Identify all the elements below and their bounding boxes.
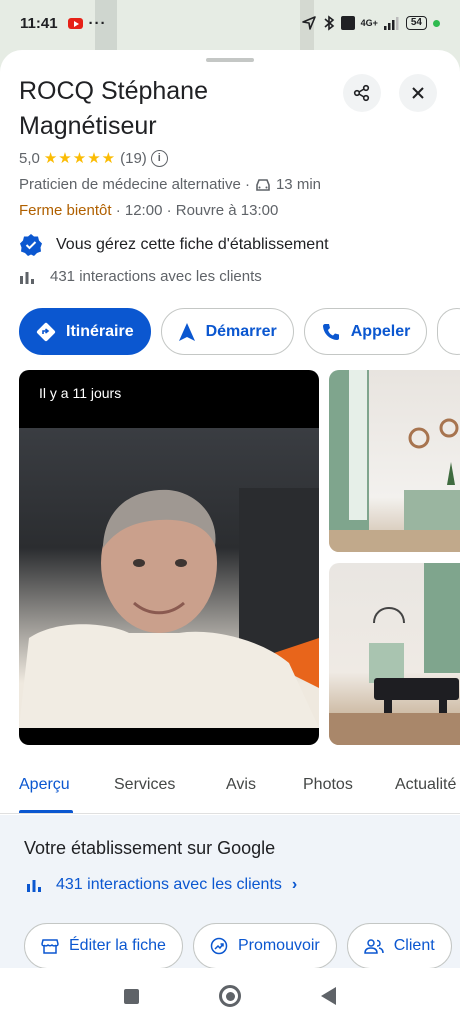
place-bottom-sheet: ROCQ Stéphane Magnétiseur 5,0 ★★★★★ (19)… [0,50,460,968]
tab-photos[interactable]: Photos [303,776,353,794]
network-type: 4G+ [360,18,378,28]
promote-button[interactable]: Promouvoir [192,923,337,968]
location-arrow-icon [301,16,316,30]
bar-chart-icon [20,271,34,284]
owner-actions: Éditer la fiche Promouvoir Client [24,923,452,968]
edit-listing-button[interactable]: Éditer la fiche [24,923,183,968]
close-button[interactable] [399,74,437,112]
owner-section: Votre établissement sur Google 431 inter… [0,815,460,968]
tab-services[interactable]: Services [114,776,175,794]
info-icon[interactable]: i [150,149,168,167]
status-time: 11:41 [20,14,58,32]
start-label: Démarrer [205,322,277,340]
category-row: Praticien de médecine alternative · 13 m… [19,176,321,193]
more-actions-chip[interactable] [437,308,460,355]
tab-bar: Aperçu Services Avis Photos Actualité [0,758,460,814]
active-tab-indicator [19,810,73,813]
directions-button[interactable]: Itinéraire [19,308,151,355]
chevron-right-icon: › [291,876,298,893]
storefront-icon [41,939,59,954]
start-navigation-button[interactable]: Démarrer [160,308,294,355]
tab-overview[interactable]: Aperçu [19,776,70,794]
signal-icon [383,16,399,30]
room-photo-2[interactable] [329,563,460,745]
drive-time: 13 min [275,176,321,193]
customers-button[interactable]: Client [346,923,452,968]
rating-value: 5,0 [19,149,40,167]
hours-row[interactable]: Ferme bientôt · 12:00 · Rouvre à 13:00 [19,202,278,219]
status-bar: 11:41 ··· 4G+ 54 [0,0,460,46]
action-buttons: Itinéraire Démarrer Appeler [19,308,460,355]
share-button[interactable] [343,74,381,112]
portrait-image [19,428,319,728]
home-icon[interactable] [219,985,241,1007]
navigation-arrow-icon [178,322,195,341]
photo-age-label: Il y a 11 jours [39,385,122,401]
phone-icon [322,323,339,340]
promote-label: Promouvoir [237,937,320,954]
manage-business-row[interactable]: Vous gérez cette fiche d'établissement [19,233,329,257]
interactions-link-text: 431 interactions avec les clients [56,876,282,893]
place-title: ROCQ Stéphane Magnétiseur [19,77,208,140]
customers-label: Client [393,937,435,954]
call-button[interactable]: Appeler [303,308,428,355]
interactions-link[interactable]: 431 interactions avec les clients › [26,876,297,894]
recent-apps-icon[interactable] [124,988,139,1004]
interactions-text: 431 interactions avec les clients [50,268,262,285]
tab-reviews[interactable]: Avis [226,776,256,794]
manage-business-text: Vous gérez cette fiche d'établissement [56,236,329,253]
battery-indicator: 54 [405,16,427,30]
edit-listing-label: Éditer la fiche [69,937,166,954]
promote-icon [210,937,228,955]
reviews-count: (19) [120,149,147,167]
share-icon [353,84,370,102]
directions-icon [36,322,56,341]
hours-detail: · 12:00 · Rouvre à 13:00 [111,202,279,219]
back-icon[interactable] [321,987,336,1005]
star-rating: ★★★★★ [43,150,117,167]
call-label: Appeler [350,322,411,340]
interactions-row[interactable]: 431 interactions avec les clients [19,268,262,285]
main-photo[interactable]: Il y a 11 jours [19,370,319,745]
youtube-notification-icon [67,17,83,29]
car-icon [256,178,270,191]
more-notifications-icon: ··· [88,14,107,32]
sheet-drag-handle[interactable] [206,58,254,62]
tab-updates[interactable]: Actualité [395,776,456,794]
room-photo-1[interactable] [329,370,460,552]
bluetooth-icon [324,15,334,31]
owner-section-title: Votre établissement sur Google [24,838,276,858]
verified-badge-icon [20,234,42,256]
place-category: Praticien de médecine alternative · [19,176,250,193]
volte-icon [340,16,355,30]
open-status: Ferme bientôt [19,202,112,219]
bar-chart-icon [27,880,41,892]
privacy-indicator-dot [433,19,440,27]
system-navigation-bar [0,968,460,1024]
rating-row[interactable]: 5,0 ★★★★★ (19) i [19,149,168,167]
close-icon [412,87,424,99]
customers-icon [363,939,384,954]
directions-label: Itinéraire [66,322,134,340]
